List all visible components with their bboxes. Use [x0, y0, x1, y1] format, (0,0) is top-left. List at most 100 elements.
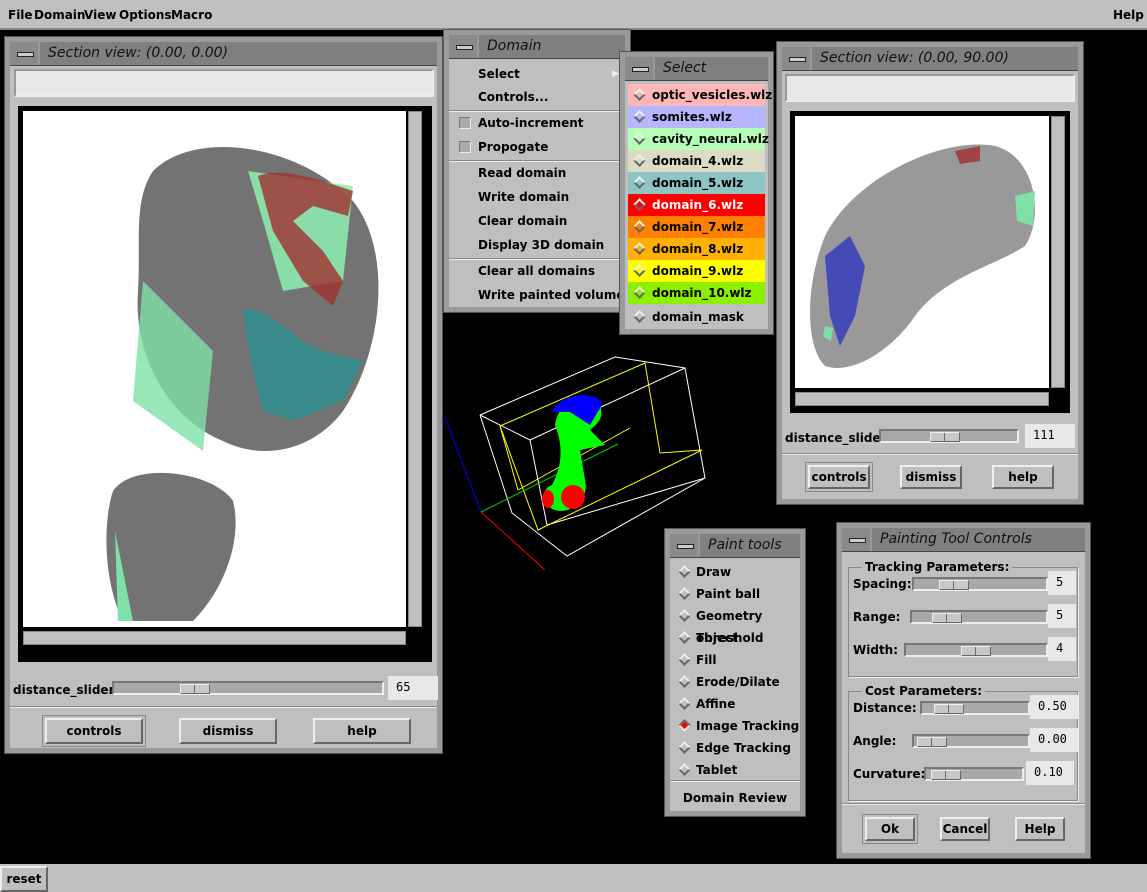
menu-help[interactable]: Help: [1113, 8, 1144, 22]
message-field[interactable]: [14, 69, 434, 97]
param-value[interactable]: 0.00: [1030, 728, 1078, 752]
dismiss-button[interactable]: dismiss: [900, 465, 962, 489]
select-item[interactable]: cavity_neural.wlz: [628, 128, 769, 150]
param-value[interactable]: 0.10: [1026, 761, 1074, 785]
status-bar: reset: [0, 864, 1147, 892]
paint-tool-radio[interactable]: Threshold: [670, 627, 800, 649]
section-canvas[interactable]: [790, 111, 1070, 413]
menu-options[interactable]: Options: [119, 8, 172, 22]
param-slider[interactable]: [912, 577, 1048, 591]
menu-item-read-domain[interactable]: Read domain: [449, 162, 625, 184]
vertical-scrollbar[interactable]: [408, 111, 422, 627]
param-slider[interactable]: [910, 610, 1048, 624]
select-item[interactable]: domain_10.wlz: [628, 282, 765, 304]
paint-tool-radio[interactable]: Erode/Dilate: [670, 671, 800, 693]
select-item[interactable]: domain_9.wlz: [628, 260, 765, 282]
menu-item-write-painted-volume[interactable]: Write painted volume: [449, 284, 625, 306]
paint-tool-radio[interactable]: Tablet: [670, 759, 800, 781]
select-item-label: domain_7.wlz: [652, 220, 744, 234]
select-item-label: optic_vesicles.wlz: [652, 88, 773, 102]
paint-tool-radio[interactable]: Draw: [670, 561, 800, 583]
distance-slider[interactable]: [112, 681, 384, 695]
distance-slider-value[interactable]: 65: [388, 676, 438, 700]
window-menu-button[interactable]: [10, 42, 40, 65]
section-image-svg: [106, 147, 379, 621]
diamond-icon: [633, 110, 646, 123]
help-button[interactable]: help: [313, 718, 411, 744]
select-item[interactable]: domain_7.wlz: [628, 216, 765, 238]
vertical-scrollbar[interactable]: [1051, 116, 1065, 388]
ok-button[interactable]: Ok: [862, 814, 918, 844]
slider-thumb[interactable]: [934, 704, 964, 714]
section-image[interactable]: [23, 111, 406, 627]
paint-tool-radio[interactable]: Paint ball: [670, 583, 800, 605]
window-title: Domain: [487, 38, 542, 54]
distance-slider-thumb[interactable]: [930, 432, 960, 442]
paint-tool-radio[interactable]: Affine: [670, 693, 800, 715]
slider-thumb[interactable]: [932, 613, 962, 623]
window-menu-button[interactable]: [782, 47, 812, 70]
help-button[interactable]: Help: [1015, 817, 1065, 841]
param-value[interactable]: 4: [1048, 637, 1076, 661]
select-item[interactable]: domain_4.wlz: [628, 150, 765, 172]
controls-button[interactable]: controls: [42, 715, 146, 747]
dismiss-button[interactable]: dismiss: [179, 718, 277, 744]
param-value[interactable]: 5: [1048, 604, 1076, 628]
menu-domain[interactable]: Domain: [34, 8, 85, 22]
select-item[interactable]: domain_8.wlz: [628, 238, 765, 260]
domain-review-button[interactable]: Domain Review: [670, 787, 800, 809]
paint-tool-radio[interactable]: Geometry object: [670, 605, 800, 645]
menu-item-select[interactable]: Select ▶: [449, 63, 625, 85]
slider-thumb[interactable]: [917, 737, 947, 747]
param-label: Curvature:: [853, 767, 926, 781]
menu-item-auto-increment[interactable]: Auto-increment: [449, 112, 625, 134]
param-slider[interactable]: [912, 734, 1030, 748]
slider-thumb[interactable]: [939, 580, 969, 590]
param-slider[interactable]: [920, 701, 1030, 715]
menu-item-write-domain[interactable]: Write domain: [449, 186, 625, 208]
param-slider[interactable]: [924, 767, 1024, 781]
menu-view[interactable]: View: [84, 8, 116, 22]
menu-item-clear-domain[interactable]: Clear domain: [449, 210, 625, 232]
menu-file[interactable]: File: [8, 8, 33, 22]
horizontal-scrollbar[interactable]: [23, 631, 406, 645]
domain-menu-window: Domain Select ▶ Controls... Auto-incremen…: [443, 29, 631, 313]
reset-button[interactable]: reset: [0, 866, 48, 892]
menu-item-display-3d-domain[interactable]: Display 3D domain: [449, 234, 625, 256]
distance-slider-value[interactable]: 111: [1025, 424, 1075, 448]
select-item[interactable]: optic_vesicles.wlz: [628, 84, 772, 106]
window-menu-button[interactable]: [449, 35, 479, 58]
distance-slider-label: distance_slider: [13, 683, 115, 697]
window-menu-button[interactable]: [625, 57, 655, 80]
cancel-button[interactable]: Cancel: [940, 817, 990, 841]
paint-tool-radio[interactable]: Edge Tracking: [670, 737, 800, 759]
select-item[interactable]: somites.wlz: [628, 106, 765, 128]
select-item[interactable]: domain_mask: [628, 306, 765, 328]
menu-item-propogate[interactable]: Propogate: [449, 136, 625, 158]
distance-slider[interactable]: [879, 429, 1019, 443]
section-image[interactable]: [795, 116, 1049, 388]
slider-thumb[interactable]: [931, 770, 961, 780]
menu-item-clear-all-domains[interactable]: Clear all domains: [449, 260, 625, 282]
radio-icon: [678, 741, 691, 754]
help-button[interactable]: help: [992, 465, 1054, 489]
select-item[interactable]: domain_5.wlz: [628, 172, 765, 194]
menu-item-controls[interactable]: Controls...: [449, 86, 625, 108]
horizontal-scrollbar[interactable]: [795, 392, 1049, 406]
controls-button[interactable]: controls: [805, 462, 873, 492]
window-menu-button[interactable]: [842, 528, 872, 551]
message-field[interactable]: [785, 74, 1075, 102]
menu-macro[interactable]: Macro: [171, 8, 212, 22]
param-label: Angle:: [853, 734, 897, 748]
window-menu-button[interactable]: [670, 534, 700, 557]
distance-slider-thumb[interactable]: [180, 684, 210, 694]
param-value[interactable]: 0.50: [1030, 695, 1078, 719]
paint-tool-radio[interactable]: Fill: [670, 649, 800, 671]
paint-tool-radio[interactable]: Image Tracking: [670, 715, 800, 737]
slider-thumb[interactable]: [961, 646, 991, 656]
section-canvas[interactable]: [18, 106, 432, 662]
param-value[interactable]: 5: [1048, 571, 1076, 595]
select-item-label: domain_4.wlz: [652, 154, 744, 168]
select-item[interactable]: domain_6.wlz: [628, 194, 765, 216]
param-slider[interactable]: [904, 643, 1048, 657]
